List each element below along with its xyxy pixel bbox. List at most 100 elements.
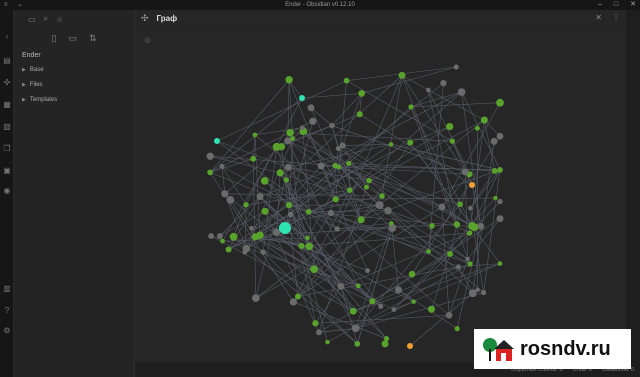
- graph-node[interactable]: [497, 198, 503, 205]
- graph-node[interactable]: [251, 233, 259, 241]
- graph-settings-icon[interactable]: ⚙: [144, 36, 154, 46]
- graph-node[interactable]: [496, 215, 504, 223]
- graph-node[interactable]: [394, 286, 403, 294]
- graph-node[interactable]: [307, 104, 315, 112]
- graph-node[interactable]: [325, 339, 330, 345]
- graph-node[interactable]: [285, 76, 293, 84]
- graph-node[interactable]: [365, 268, 371, 274]
- graph-node[interactable]: [284, 137, 292, 145]
- graph-node[interactable]: [453, 221, 461, 228]
- graph-node[interactable]: [411, 299, 416, 304]
- minimize-button[interactable]: –: [598, 0, 602, 10]
- graph-node[interactable]: [250, 155, 257, 162]
- sync-icon[interactable]: ◉: [2, 186, 12, 196]
- graph-node[interactable]: [446, 122, 454, 131]
- graph-node[interactable]: [449, 138, 455, 144]
- graph-node[interactable]: [243, 202, 249, 208]
- graph-node[interactable]: [300, 125, 305, 131]
- graph-node[interactable]: [305, 235, 310, 241]
- graph-node[interactable]: [219, 163, 225, 169]
- graph-node[interactable]: [287, 211, 294, 218]
- graph-node[interactable]: [346, 160, 352, 166]
- sort-icon[interactable]: ⇅: [89, 33, 97, 44]
- graph-node[interactable]: [453, 64, 459, 70]
- graph-node[interactable]: [256, 193, 264, 201]
- graph-node[interactable]: [440, 80, 447, 87]
- calendar-icon[interactable]: ▦: [2, 100, 12, 110]
- graph-node[interactable]: [289, 298, 298, 306]
- graph-node[interactable]: [260, 177, 269, 185]
- graph-node[interactable]: [206, 152, 214, 160]
- graph-node[interactable]: [480, 116, 488, 124]
- graph-node[interactable]: [366, 177, 372, 184]
- graph-node[interactable]: [378, 303, 384, 309]
- graph-node[interactable]: [496, 132, 504, 140]
- graph-node[interactable]: [214, 138, 220, 144]
- help-icon[interactable]: ?: [2, 306, 12, 316]
- sidebar-item-base[interactable]: ▶ Base: [14, 63, 134, 78]
- graph-node[interactable]: [208, 233, 215, 240]
- graph-node[interactable]: [457, 201, 463, 208]
- graph-node[interactable]: [294, 293, 301, 300]
- graph-node[interactable]: [466, 230, 473, 236]
- graph-node[interactable]: [354, 341, 361, 347]
- graph-node[interactable]: [427, 305, 435, 313]
- graph-node[interactable]: [363, 184, 369, 190]
- graph-node[interactable]: [408, 104, 414, 110]
- graph-node[interactable]: [490, 137, 498, 145]
- graph-node[interactable]: [312, 320, 319, 327]
- graph-node[interactable]: [447, 250, 454, 257]
- graph-node[interactable]: [221, 190, 229, 198]
- graph-node[interactable]: [468, 289, 477, 298]
- graph-node[interactable]: [251, 294, 260, 302]
- graph-node[interactable]: [343, 77, 350, 84]
- graph-node[interactable]: [225, 246, 232, 253]
- graph-node[interactable]: [252, 132, 258, 138]
- graph-node[interactable]: [457, 88, 466, 96]
- graph-node[interactable]: [425, 87, 431, 93]
- graph-node[interactable]: [207, 169, 213, 176]
- graph-node[interactable]: [455, 264, 461, 270]
- graph-node[interactable]: [389, 221, 394, 226]
- graph-node[interactable]: [298, 242, 305, 249]
- new-folder-icon[interactable]: ▭: [68, 33, 77, 44]
- graph-node[interactable]: [332, 162, 339, 169]
- close-icon[interactable]: ✕: [595, 13, 602, 22]
- graph-node[interactable]: [461, 168, 469, 176]
- graph-node[interactable]: [468, 222, 477, 230]
- graph-node[interactable]: [465, 256, 470, 262]
- graph-node[interactable]: [491, 168, 498, 174]
- graph-node[interactable]: [388, 142, 394, 147]
- graph-node[interactable]: [327, 209, 335, 217]
- graph-node[interactable]: [305, 209, 312, 215]
- search-icon[interactable]: ⌕: [44, 14, 48, 24]
- graph-node[interactable]: [497, 261, 503, 266]
- graph-node[interactable]: [290, 136, 296, 142]
- graph-node[interactable]: [249, 225, 254, 231]
- graph-node[interactable]: [493, 195, 498, 201]
- publish-icon[interactable]: ▣: [2, 166, 12, 176]
- maximize-button[interactable]: □: [614, 0, 618, 10]
- graph-node[interactable]: [216, 232, 223, 240]
- graph-node[interactable]: [375, 201, 384, 210]
- graph-node[interactable]: [284, 163, 292, 171]
- graph-node[interactable]: [497, 167, 503, 173]
- graph-node[interactable]: [474, 125, 480, 131]
- vault-icon[interactable]: ▥: [2, 284, 12, 294]
- collapse-icon[interactable]: ‹: [2, 32, 12, 42]
- chevron-down-icon[interactable]: ⌄: [18, 0, 23, 10]
- graph-node[interactable]: [285, 202, 293, 209]
- graph-node[interactable]: [272, 142, 281, 151]
- graph-node[interactable]: [220, 238, 225, 244]
- graph-node[interactable]: [329, 122, 335, 129]
- graph-node[interactable]: [429, 223, 435, 229]
- graph-node[interactable]: [261, 207, 269, 215]
- graph-node[interactable]: [467, 261, 473, 267]
- sidebar-item-templates[interactable]: ▶ Templates: [14, 93, 134, 108]
- graph-node[interactable]: [391, 307, 397, 313]
- graph-node[interactable]: [349, 307, 357, 315]
- new-note-icon[interactable]: ▯: [51, 33, 56, 44]
- graph-node[interactable]: [260, 249, 266, 255]
- graph-node[interactable]: [477, 223, 485, 230]
- graph-node[interactable]: [426, 249, 431, 254]
